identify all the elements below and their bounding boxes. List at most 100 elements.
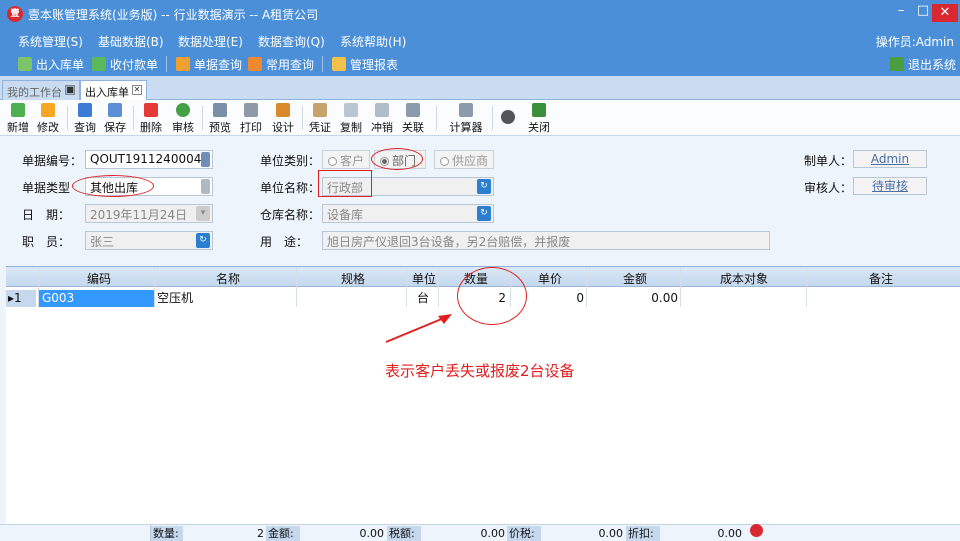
delete-button[interactable]: 删除: [136, 103, 166, 134]
tab-workbench[interactable]: 我的工作台 ■: [2, 80, 80, 100]
menu-help[interactable]: 系统帮助(H): [340, 33, 406, 50]
refresh-icon[interactable]: ↻: [477, 179, 491, 194]
doc-no-spin-icon[interactable]: [201, 152, 210, 167]
radio-icon: [328, 157, 337, 166]
dropdown-arrow-icon[interactable]: [201, 179, 210, 194]
query-button[interactable]: 查询: [70, 103, 100, 134]
tab-close-icon[interactable]: ✕: [132, 85, 142, 95]
col-unit[interactable]: 单位: [408, 270, 440, 287]
date-label: 日 期：: [22, 208, 71, 222]
delete-icon: [144, 103, 158, 117]
toolbar-separator: [67, 106, 68, 130]
printer-icon: [244, 103, 258, 117]
cell-cost-object[interactable]: [682, 290, 804, 307]
maximize-button[interactable]: □: [912, 0, 934, 24]
row-index: ▸1: [6, 290, 36, 307]
col-spec[interactable]: 规格: [298, 270, 408, 287]
annotation-circle-qty: [457, 267, 527, 325]
close-doc-button[interactable]: 关闭: [524, 103, 554, 134]
reverse-button[interactable]: 冲销: [367, 103, 397, 134]
quick-reports-label: 管理报表: [350, 57, 399, 72]
vendor-watermark: [750, 524, 768, 537]
calculator-icon: [459, 103, 473, 117]
preview-icon: [213, 103, 227, 117]
footer-total-value: 0.00: [598, 527, 624, 540]
col-remark[interactable]: 备注: [806, 270, 956, 287]
link-label: 关联: [402, 121, 424, 134]
exit-system-button[interactable]: 退出系统: [890, 55, 956, 73]
voucher-label: 凭证: [309, 121, 331, 134]
copy-button[interactable]: 复制: [336, 103, 366, 134]
col-amount[interactable]: 金额: [588, 270, 682, 287]
quick-common-query[interactable]: 常用查询: [248, 55, 314, 73]
workbench-icon: ■: [65, 85, 75, 95]
close-button[interactable]: ✕: [932, 4, 958, 22]
warehouse-field[interactable]: 设备库 ↻: [322, 204, 494, 223]
close-doc-label: 关闭: [528, 121, 550, 134]
staff-field[interactable]: 张三 ↻: [85, 231, 213, 250]
settings-dropdown[interactable]: [497, 103, 519, 133]
doc-no-field[interactable]: QOUT1911240004: [85, 150, 213, 169]
toolbar-separator: [302, 106, 303, 130]
cell-spec[interactable]: [298, 290, 404, 307]
preview-button[interactable]: 预览: [205, 103, 235, 134]
quick-reports[interactable]: 管理报表: [332, 55, 398, 73]
menu-data-query[interactable]: 数据查询(Q): [258, 33, 325, 50]
cell-amount[interactable]: 0.00: [588, 290, 678, 307]
footer-qty-label: 数量:: [151, 526, 183, 541]
save-button[interactable]: 保存: [100, 103, 130, 134]
link-button[interactable]: 关联: [398, 103, 428, 134]
annotation-circle-doc-type: [72, 175, 154, 197]
refresh-icon[interactable]: ↻: [196, 233, 210, 248]
cell-remark[interactable]: [808, 290, 956, 307]
cell-code[interactable]: G003: [39, 290, 154, 307]
new-button[interactable]: 新增: [3, 103, 33, 134]
menu-data-process[interactable]: 数据处理(E): [178, 33, 243, 50]
doc-type-label: 单据类型: [22, 181, 71, 195]
quick-payment-doc[interactable]: 收付款单: [92, 55, 158, 73]
calculator-button[interactable]: 计算器: [444, 103, 488, 134]
calendar-icon[interactable]: ▾: [196, 206, 210, 221]
print-button[interactable]: 打印: [236, 103, 266, 134]
save-label: 保存: [104, 121, 126, 134]
operator-label: 操作员:Admin: [875, 35, 954, 49]
refresh-icon[interactable]: ↻: [477, 206, 491, 221]
unit-type-supplier-radio[interactable]: 供应商: [434, 150, 494, 169]
tab-stock-doc[interactable]: 出入库单 ✕: [80, 80, 147, 100]
date-field[interactable]: 2019年11月24日 ▾: [85, 204, 213, 223]
col-code[interactable]: 编码: [40, 270, 158, 287]
audit-button[interactable]: 审核: [168, 103, 198, 134]
minimize-button[interactable]: –: [890, 0, 912, 24]
col-cost-object[interactable]: 成本对象: [682, 270, 806, 287]
calculator-label: 计算器: [449, 121, 483, 134]
grid-divider: [806, 267, 807, 307]
design-label: 设计: [272, 121, 294, 134]
staff-label: 职 员：: [22, 235, 71, 249]
quick-stock-doc[interactable]: 出入库单: [18, 55, 84, 73]
gear-icon: [501, 110, 515, 124]
cell-name[interactable]: 空压机: [157, 290, 295, 307]
payment-doc-icon: [92, 57, 106, 71]
doc-no-value: QOUT1911240004: [90, 152, 202, 166]
toolbar: 新增 修改 查询 保存 删除 审核 预览 打印 设计 凭证 复制 冲销 关联 计…: [0, 100, 960, 136]
edit-button[interactable]: 修改: [33, 103, 63, 134]
grid-divider: [296, 267, 297, 307]
tab-stock-doc-label: 出入库单: [85, 86, 129, 99]
doc-query-icon: [176, 57, 190, 71]
quick-doc-query[interactable]: 单据查询: [176, 55, 242, 73]
menu-basic-data[interactable]: 基础数据(B): [98, 33, 164, 50]
delete-label: 删除: [140, 121, 162, 134]
stock-doc-icon: [18, 57, 32, 71]
unit-type-customer-radio[interactable]: 客户: [322, 150, 370, 169]
maker-value: Admin: [853, 150, 927, 168]
annotation-arrow-icon: [385, 314, 452, 343]
design-button[interactable]: 设计: [268, 103, 298, 134]
purpose-field[interactable]: 旭日房产仪退回3台设备，另2台赔偿，并报废: [322, 231, 770, 250]
quick-stock-doc-label: 出入库单: [36, 57, 85, 72]
common-query-icon: [248, 57, 262, 71]
menu-system[interactable]: 系统管理(S): [18, 33, 83, 50]
staff-value: 张三: [90, 235, 115, 249]
voucher-button[interactable]: 凭证: [305, 103, 335, 134]
cell-unit[interactable]: 台: [408, 290, 438, 307]
col-name[interactable]: 名称: [158, 270, 298, 287]
